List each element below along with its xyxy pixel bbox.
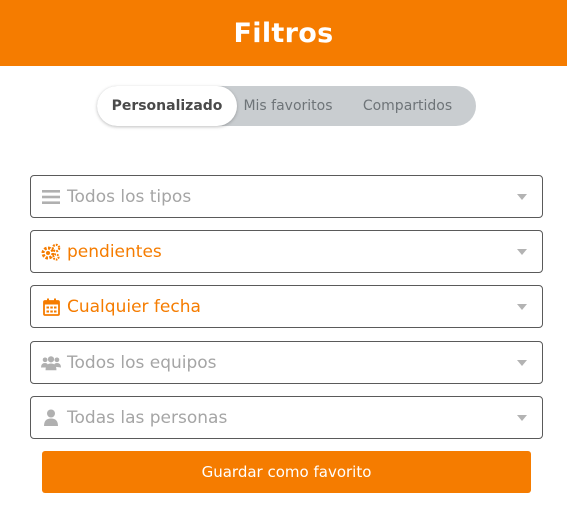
save-favorite-button[interactable]: Guardar como favorito <box>42 451 531 493</box>
status-filter-label: pendientes <box>67 241 162 262</box>
group-icon <box>41 353 61 373</box>
team-filter-select[interactable]: Todos los equipos <box>30 341 543 384</box>
header: Filtros <box>0 0 567 66</box>
gears-icon <box>41 242 61 262</box>
date-filter-label: Cualquier fecha <box>67 296 201 317</box>
tab-compartidos[interactable]: Compartidos <box>339 86 476 126</box>
tab-personalizado[interactable]: Personalizado <box>97 86 237 126</box>
type-filter-label: Todos los tipos <box>67 186 192 207</box>
calendar-icon <box>41 297 61 317</box>
person-filter-select[interactable]: Todas las personas <box>30 396 543 439</box>
chevron-down-icon <box>517 415 527 421</box>
page-title: Filtros <box>233 17 334 49</box>
date-filter-select[interactable]: Cualquier fecha <box>30 285 543 328</box>
status-filter-select[interactable]: pendientes <box>30 230 543 273</box>
chevron-down-icon <box>517 360 527 366</box>
chevron-down-icon <box>517 304 527 310</box>
tab-mis-favoritos[interactable]: Mis favoritos <box>237 86 339 126</box>
type-filter-select[interactable]: Todos los tipos <box>30 175 543 218</box>
chevron-down-icon <box>517 194 527 200</box>
person-icon <box>41 408 61 428</box>
filter-tabs: Personalizado Mis favoritos Compartidos <box>97 86 476 126</box>
list-icon <box>41 187 61 207</box>
chevron-down-icon <box>517 249 527 255</box>
person-filter-label: Todas las personas <box>67 407 228 428</box>
team-filter-label: Todos los equipos <box>67 352 217 373</box>
